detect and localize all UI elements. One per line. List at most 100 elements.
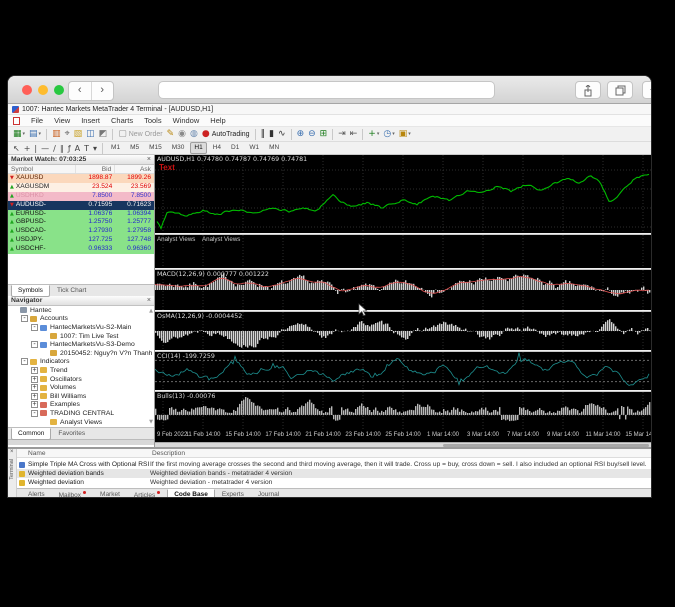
metaeditor-button[interactable]: ✎ (165, 128, 177, 141)
expert-properties-button[interactable]: ◉ (176, 128, 188, 141)
market-watch-row[interactable]: ▲USDCAD-1.279301.27958 (8, 227, 154, 236)
market-watch-row[interactable]: ▲XAGUSDM23.52423.569 (8, 183, 154, 192)
cursor-button[interactable]: ↖ (11, 142, 22, 155)
tile-windows-button[interactable]: ⊞ (318, 128, 330, 141)
tree-item-trading-central[interactable]: -TRADING CENTRAL (8, 409, 154, 418)
share-button[interactable] (575, 81, 601, 99)
strategy-tester-button[interactable]: ◩ (97, 128, 110, 141)
market-watch-row[interactable]: ▼XAUUSD1898.871899.26 (8, 174, 154, 183)
timeframe-h1-button[interactable]: H1 (190, 142, 206, 154)
time-axis[interactable]: 9 Feb 202211 Feb 14:0015 Feb 14:0017 Feb… (155, 429, 651, 442)
data-window-button[interactable]: ⌖ (63, 128, 72, 141)
tab-experts[interactable]: Experts (215, 489, 251, 497)
templates-button[interactable]: ▣▾ (397, 128, 413, 141)
tree-item-volumes[interactable]: +Volumes (8, 383, 154, 392)
menu-charts[interactable]: Charts (111, 116, 133, 125)
crosshair-button[interactable]: + (22, 142, 33, 155)
menu-tools[interactable]: Tools (144, 116, 162, 125)
bid-column-header[interactable]: Bid (76, 165, 116, 173)
timeframe-m15-button[interactable]: M15 (145, 142, 166, 154)
collapse-icon[interactable]: - (31, 324, 38, 331)
tree-item-hantec[interactable]: Hantec (8, 306, 154, 315)
market-watch-row[interactable]: ▲USDHKD7.85007.8500 (8, 192, 154, 201)
community-button[interactable]: ◍ (188, 128, 200, 141)
timeframe-h4-button[interactable]: H4 (209, 142, 225, 154)
chart-area[interactable]: AUDUSD,H1 0.74780 0.74787 0.74769 0.7478… (155, 155, 651, 447)
arrows-button[interactable]: T (82, 142, 91, 155)
address-bar[interactable] (158, 81, 495, 99)
tree-item-indicators[interactable]: -Indicators (8, 358, 154, 367)
tree-item-oscillators[interactable]: +Oscillators (8, 375, 154, 384)
tab-favorites[interactable]: Favorites (51, 428, 92, 440)
market-watch-row[interactable]: ▲USDJPY-127.725127.748 (8, 236, 154, 245)
timeframe-mn-button[interactable]: MN (265, 142, 283, 154)
expand-icon[interactable]: + (31, 393, 38, 400)
collapse-icon[interactable]: - (31, 341, 38, 348)
tree-item-20150452-nguy-n-v-n-thanh[interactable]: 20150452: Nguy?n V?n Thanh (8, 349, 154, 358)
new-order-button[interactable]: ▢New Order (116, 128, 164, 141)
fibonacci-button[interactable]: ƒ (66, 142, 73, 155)
scroll-down-icon[interactable]: ▼ (149, 419, 153, 425)
pane-separator[interactable] (155, 268, 651, 270)
menu-view[interactable]: View (54, 116, 70, 125)
tree-item-1007-tim-live-test[interactable]: 1007: Tim Live Test (8, 332, 154, 341)
tab-market[interactable]: Market (93, 489, 127, 497)
equidistant-channel-button[interactable]: ∥ (58, 142, 66, 155)
bar-chart-button[interactable]: ‖ (259, 128, 268, 141)
horizontal-line-button[interactable]: — (39, 142, 51, 155)
tab-alerts[interactable]: Alerts (21, 489, 52, 497)
navigator-button[interactable]: ▧ (72, 128, 85, 141)
tab-common[interactable]: Common (11, 428, 51, 440)
zoom-out-button[interactable]: ⊖ (306, 128, 318, 141)
minimize-traffic-light[interactable] (38, 85, 48, 95)
description-column-header[interactable]: Description (152, 449, 185, 458)
profiles-button[interactable]: ▤▾ (27, 128, 43, 141)
navigator-close-icon[interactable]: × (147, 296, 151, 305)
pane-separator[interactable] (155, 310, 651, 312)
menu-insert[interactable]: Insert (81, 116, 100, 125)
menu-window[interactable]: Window (173, 116, 200, 125)
timeframe-m5-button[interactable]: M5 (126, 142, 143, 154)
market-watch-button[interactable]: ▥ (50, 128, 63, 141)
expand-icon[interactable]: + (31, 401, 38, 408)
close-traffic-light[interactable] (22, 85, 32, 95)
autotrading-button[interactable]: ●AutoTrading (200, 128, 252, 141)
candlestick-chart-button[interactable]: ▮ (267, 128, 276, 141)
collapse-icon[interactable]: - (21, 315, 28, 322)
chart-shift-button[interactable]: ⇤ (348, 128, 360, 141)
timeframe-m30-button[interactable]: M30 (168, 142, 189, 154)
shapes-dropdown-button[interactable]: ▾ (91, 142, 99, 155)
expand-icon[interactable]: + (31, 384, 38, 391)
chart-text-object[interactable]: Text (159, 163, 175, 172)
tabs-overview-button[interactable] (607, 81, 633, 99)
auto-scroll-button[interactable]: ⇥ (336, 128, 348, 141)
market-watch-row[interactable]: ▲USDCHF-0.963330.96360 (8, 245, 154, 254)
tree-item-hantecmarketsvu-s2-main[interactable]: -HantecMarketsVu-S2-Main (8, 323, 154, 332)
scroll-up-icon[interactable]: ▲ (149, 308, 153, 314)
market-watch-row[interactable]: ▲GBPUSD-1.257501.25777 (8, 218, 154, 227)
terminal-row[interactable]: Weighted deviation bandsWeighted deviati… (17, 469, 651, 478)
terminal-close-icon[interactable]: × (10, 449, 14, 455)
collapse-icon[interactable]: - (21, 358, 28, 365)
tab-articles[interactable]: Articles (127, 489, 167, 497)
tab-mailbox[interactable]: Mailbox (52, 489, 93, 497)
terminal-row[interactable]: Simple Triple MA Cross with Optional RSI… (17, 460, 651, 469)
tab-journal[interactable]: Journal (251, 489, 286, 497)
terminal-row[interactable]: Weighted deviationWeighted deviation - m… (17, 478, 651, 487)
menu-file[interactable]: File (31, 116, 43, 125)
tree-item-accounts[interactable]: -Accounts (8, 315, 154, 324)
menu-help[interactable]: Help (210, 116, 225, 125)
indicators-button[interactable]: +▾ (366, 128, 381, 141)
market-watch-row[interactable]: ▼AUDUSD-0.715950.71623 (8, 201, 154, 210)
terminal-button[interactable]: ◫ (84, 128, 97, 141)
symbol-column-header[interactable]: Symbol (8, 165, 76, 173)
vertical-line-button[interactable]: | (32, 142, 39, 155)
zoom-in-button[interactable]: ⊕ (295, 128, 307, 141)
market-watch-close-icon[interactable]: × (147, 155, 151, 164)
text-label-button[interactable]: A (73, 142, 82, 155)
ask-column-header[interactable]: Ask (115, 165, 154, 173)
name-column-header[interactable]: Name (28, 449, 46, 458)
new-chart-button[interactable]: ▦▾ (11, 128, 27, 141)
tab-code-base[interactable]: Code Base (167, 489, 215, 497)
tree-item-analyst-views[interactable]: Analyst Views (8, 418, 154, 427)
